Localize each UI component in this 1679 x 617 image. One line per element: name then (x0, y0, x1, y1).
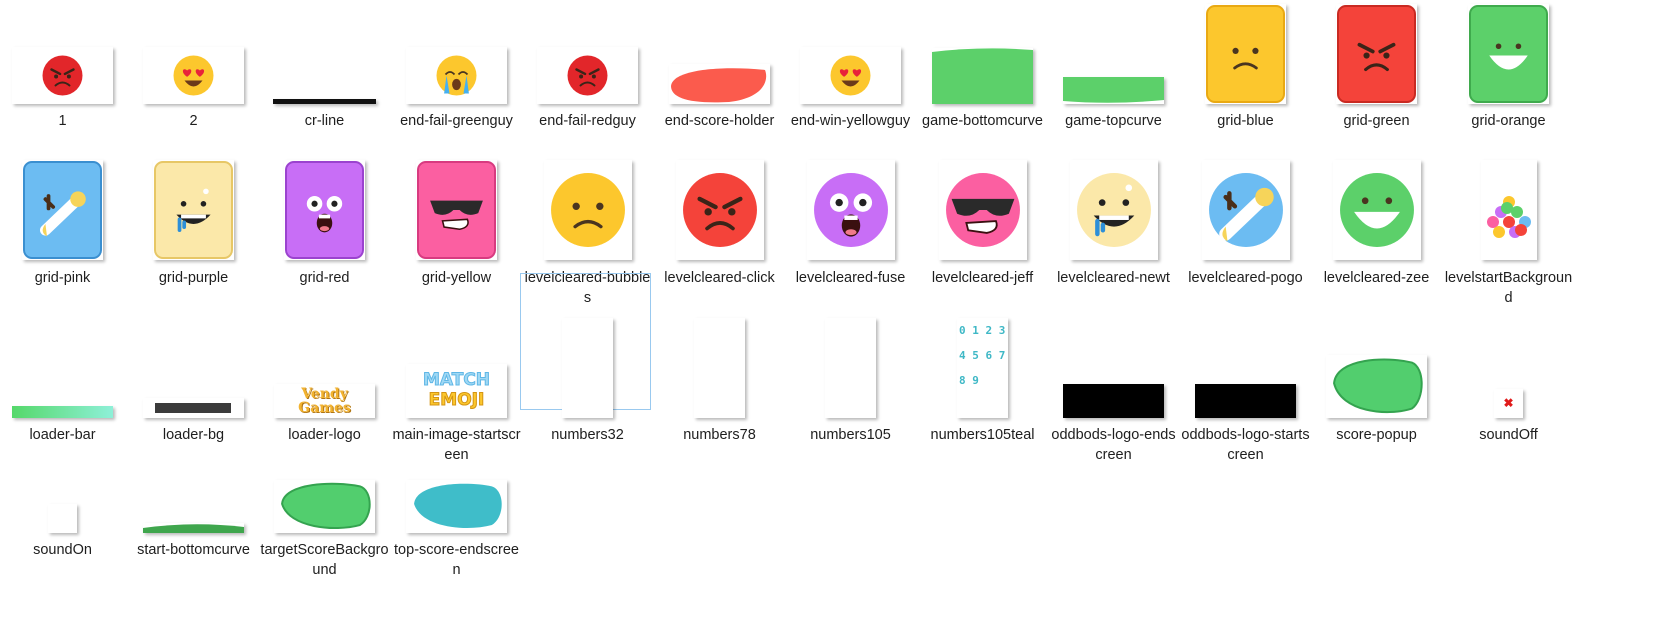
blank-sheet-icon (562, 318, 613, 418)
teal-blob-icon (406, 480, 507, 533)
yellow-drool-face-icon (1070, 160, 1158, 260)
file-item[interactable]: grid-blue (1180, 0, 1311, 129)
green-blob-icon (1326, 355, 1427, 418)
file-item[interactable]: levelcleared-pogo (1180, 121, 1311, 286)
green-curve-icon (932, 48, 1033, 104)
blank-icon (48, 504, 77, 533)
file-name: numbers105 (810, 427, 891, 443)
pink-sunglasses-face-icon (939, 160, 1027, 260)
purple-shock-face-icon (807, 160, 895, 260)
file-item[interactable]: oddbods-logo-startscreen (1180, 279, 1311, 463)
file-item[interactable]: grid-green (1311, 0, 1442, 129)
file-item[interactable]: levelcleared-newt (1048, 121, 1179, 286)
file-item[interactable]: levelcleared-fuse (785, 121, 916, 286)
file-item[interactable]: cr-line (259, 0, 390, 129)
red-blob-icon (669, 64, 770, 104)
heart-eyes-face-icon (800, 47, 901, 104)
file-item[interactable]: end-score-holder (654, 0, 785, 129)
file-name: numbers78 (683, 427, 756, 443)
file-item[interactable]: numbers78 (654, 279, 785, 443)
file-item[interactable]: numbers32 (520, 273, 653, 443)
angry-red-face-icon (12, 47, 113, 104)
yellow-sad-card-icon (1205, 4, 1286, 104)
file-name: oddbods-logo-endscreen (1051, 427, 1176, 463)
file-item[interactable]: soundOn (0, 394, 128, 558)
file-item[interactable]: levelstartBackground (1443, 121, 1574, 306)
purple-shock-card-icon (284, 160, 365, 260)
blank-sheet-icon (694, 318, 745, 418)
file-item[interactable]: ✖ soundOff (1443, 279, 1574, 443)
file-item[interactable]: numbers105 (785, 279, 916, 443)
red-x-icon: ✖ (1494, 389, 1523, 418)
teal-digits-icon: 0 1 2 34 5 6 78 9 (957, 318, 1008, 418)
pink-sunglasses-card-icon (416, 160, 497, 260)
file-item[interactable]: top-score-endscreen (391, 394, 522, 578)
file-name: start-bottomcurve (137, 542, 250, 558)
file-item[interactable]: grid-yellow (391, 121, 522, 286)
file-name: top-score-endscreen (394, 542, 519, 578)
green-smile-card-icon (1468, 4, 1549, 104)
red-angry-card-icon (1336, 4, 1417, 104)
file-item[interactable]: end-win-yellowguy (785, 0, 916, 129)
file-item[interactable]: grid-orange (1443, 0, 1574, 129)
file-item[interactable]: 0 1 2 34 5 6 78 9 numbers105teal (917, 279, 1048, 443)
green-curve-icon (143, 523, 244, 533)
file-item[interactable]: levelcleared-jeff (917, 121, 1048, 286)
green-blob-icon (274, 480, 375, 533)
file-item[interactable]: game-topcurve (1048, 0, 1179, 129)
yellow-sad-face-icon (544, 160, 632, 260)
green-smile-face-icon (1333, 160, 1421, 260)
file-item[interactable]: start-bottomcurve (128, 394, 259, 558)
file-item[interactable]: score-popup (1311, 279, 1442, 443)
file-item[interactable]: end-fail-greenguy (391, 0, 522, 129)
file-item[interactable]: grid-purple (128, 121, 259, 286)
file-item[interactable]: levelcleared-zee (1311, 121, 1442, 286)
file-name: oddbods-logo-startscreen (1181, 427, 1310, 463)
file-item[interactable]: targetScoreBackground (259, 394, 390, 578)
file-item[interactable]: grid-pink (0, 121, 128, 286)
black-block-icon (1195, 384, 1296, 418)
black-block-icon (1063, 384, 1164, 418)
file-item[interactable]: 1 (0, 0, 128, 129)
red-angry-face-icon (676, 160, 764, 260)
file-item[interactable]: levelcleared-click (654, 121, 785, 286)
crying-face-icon (406, 47, 507, 104)
file-name: score-popup (1336, 427, 1417, 443)
file-item[interactable]: levelcleared-bubbles (522, 121, 653, 306)
file-item[interactable]: 2 (128, 0, 259, 129)
blank-sheet-icon (825, 318, 876, 418)
file-name: targetScoreBackground (260, 542, 389, 578)
file-name: numbers32 (551, 427, 624, 443)
heart-eyes-face-icon (143, 47, 244, 104)
file-item[interactable]: game-bottomcurve (917, 0, 1048, 129)
file-item[interactable]: end-fail-redguy (522, 0, 653, 129)
file-name: numbers105teal (930, 427, 1035, 443)
green-curve-icon (1063, 77, 1164, 104)
blue-card-icon (22, 160, 103, 260)
black-line-icon (273, 99, 376, 104)
file-item[interactable]: oddbods-logo-endscreen (1048, 279, 1179, 463)
file-name: soundOff (1479, 427, 1538, 443)
blue-face-icon (1202, 160, 1290, 260)
angry-red-face-icon (537, 47, 638, 104)
yellow-drool-card-icon (153, 160, 234, 260)
file-name: soundOn (33, 542, 92, 558)
emoji-pile-icon (1481, 160, 1537, 260)
file-item[interactable]: grid-red (259, 121, 390, 286)
